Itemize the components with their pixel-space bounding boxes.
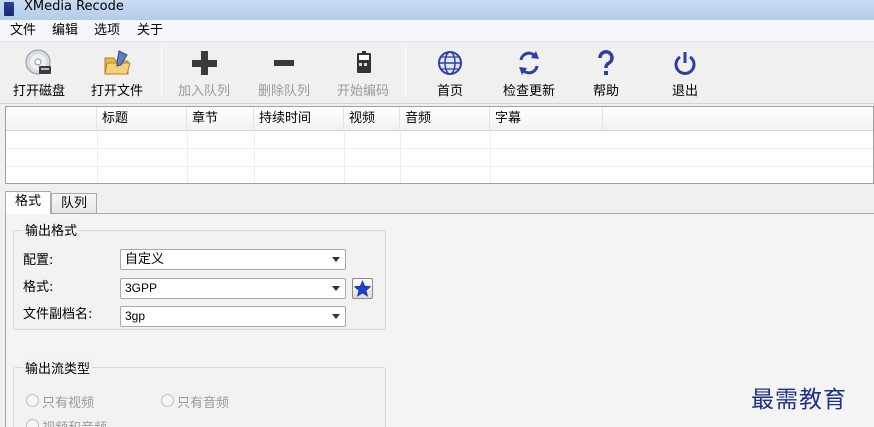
globe-icon <box>438 51 462 75</box>
title-bar: XMedia Recode <box>0 0 874 20</box>
list-row[interactable] <box>6 149 873 167</box>
column-header-title[interactable]: 标题 <box>97 107 187 131</box>
open-file-label: 打开文件 <box>90 84 143 99</box>
encode-icon <box>357 51 371 73</box>
column-header-duration[interactable]: 持续时间 <box>254 107 344 131</box>
audio-only-radio[interactable] <box>161 394 174 407</box>
exit-button[interactable]: 退出 <box>647 46 723 102</box>
favorite-format-button[interactable] <box>352 278 373 299</box>
format-label: 格式: <box>23 280 54 295</box>
help-question-icon <box>598 50 614 75</box>
profile-label: 配置: <box>23 253 54 268</box>
grid-line <box>400 131 401 183</box>
start-encode-label: 开始编码 <box>336 84 389 99</box>
column-header-video[interactable]: 视频 <box>344 107 400 131</box>
format-tab-panel: 输出格式 配置: 自定义 格式: 3GPP 文件副档名: 3gp 输出流类型 只… <box>5 213 874 427</box>
toolbar: 打开磁盘 打开文件 加入队列 删除队列 开始编码 首页 检查更新 帮助 退出 <box>0 42 874 104</box>
open-folder-icon <box>104 50 131 75</box>
chevron-down-icon <box>332 257 340 262</box>
refresh-icon <box>519 51 539 75</box>
grid-line <box>254 131 255 183</box>
remove-queue-label: 删除队列 <box>257 84 310 99</box>
tab-format[interactable]: 格式 <box>5 191 51 214</box>
column-header-chapter[interactable]: 章节 <box>187 107 254 131</box>
add-queue-label: 加入队列 <box>177 84 230 99</box>
profile-select[interactable]: 自定义 <box>120 249 346 270</box>
video-only-label: 只有视频 <box>42 396 95 411</box>
add-queue-button[interactable]: 加入队列 <box>166 46 242 102</box>
toolbar-separator <box>405 46 406 98</box>
tab-queue[interactable]: 队列 <box>51 193 97 214</box>
check-update-label: 检查更新 <box>502 84 555 99</box>
chevron-down-icon <box>332 286 340 291</box>
title-list[interactable]: 标题 章节 持续时间 视频 音频 字幕 <box>5 106 874 184</box>
format-select-value: 3GPP <box>125 281 158 295</box>
plus-icon <box>192 51 217 75</box>
extension-select-value: 3gp <box>125 309 146 323</box>
start-encode-button[interactable]: 开始编码 <box>325 46 401 102</box>
home-label: 首页 <box>436 84 463 99</box>
extension-select[interactable]: 3gp <box>120 306 346 327</box>
window-title: XMedia Recode <box>24 0 124 14</box>
grid-line <box>344 131 345 183</box>
extension-label: 文件副档名: <box>23 307 93 322</box>
remove-queue-button[interactable]: 删除队列 <box>246 46 322 102</box>
power-icon <box>674 52 696 75</box>
home-button[interactable]: 首页 <box>412 46 488 102</box>
audio-only-label: 只有音频 <box>177 396 230 411</box>
grid-line <box>97 131 98 183</box>
open-disc-button[interactable]: 打开磁盘 <box>1 46 77 102</box>
app-icon <box>4 2 14 16</box>
menu-file[interactable]: 文件 <box>9 23 37 39</box>
disc-icon <box>25 49 51 75</box>
output-format-title: 输出格式 <box>23 220 80 239</box>
video-only-radio[interactable] <box>26 394 39 407</box>
chevron-down-icon <box>332 314 340 319</box>
format-select[interactable]: 3GPP <box>120 278 346 299</box>
menu-edit[interactable]: 编辑 <box>51 23 79 39</box>
star-icon <box>353 280 372 297</box>
open-disc-label: 打开磁盘 <box>12 84 65 99</box>
help-label: 帮助 <box>592 84 619 99</box>
minus-icon <box>274 60 294 66</box>
stream-type-title: 输出流类型 <box>23 358 93 377</box>
menu-options[interactable]: 选项 <box>93 23 121 39</box>
open-file-button[interactable]: 打开文件 <box>79 46 155 102</box>
list-row[interactable] <box>6 167 873 183</box>
grid-line <box>187 131 188 183</box>
profile-select-value: 自定义 <box>125 252 165 267</box>
video-audio-label: 视频和音频 <box>42 417 107 427</box>
list-header: 标题 章节 持续时间 视频 音频 字幕 <box>6 107 873 131</box>
column-header-subtitle[interactable]: 字幕 <box>490 107 603 131</box>
exit-label: 退出 <box>671 84 698 99</box>
video-audio-radio[interactable] <box>26 419 39 427</box>
grid-line <box>490 131 491 183</box>
column-header-audio[interactable]: 音频 <box>400 107 490 131</box>
column-header-checkbox[interactable] <box>6 107 97 131</box>
check-update-button[interactable]: 检查更新 <box>491 46 567 102</box>
watermark-text: 最需教育 <box>751 387 847 413</box>
menu-about[interactable]: 关于 <box>136 23 164 39</box>
list-row[interactable] <box>6 131 873 149</box>
toolbar-separator <box>161 46 162 98</box>
menu-bar: 文件 编辑 选项 关于 <box>0 20 874 42</box>
help-button[interactable]: 帮助 <box>568 46 644 102</box>
